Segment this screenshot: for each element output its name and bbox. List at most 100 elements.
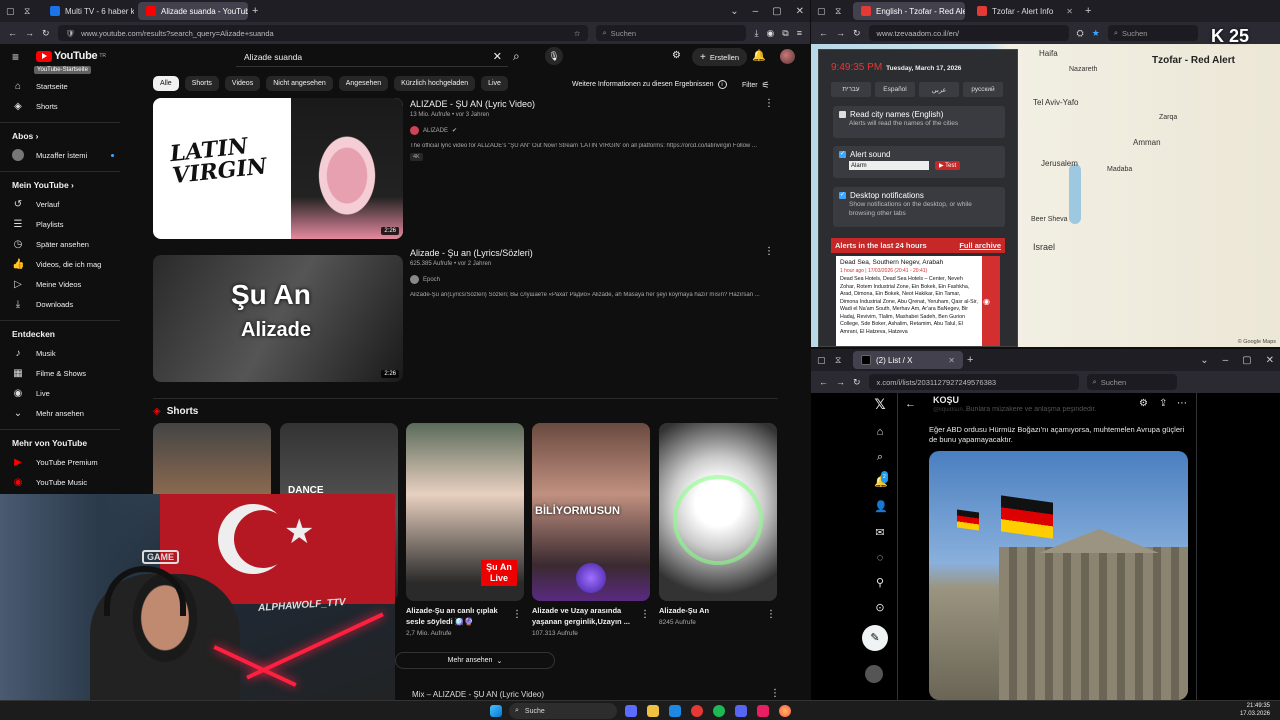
browser-search[interactable]: ⌕ Suchen	[596, 25, 747, 41]
star-icon[interactable]: ☆	[574, 29, 581, 38]
share-icon[interactable]: ⇪	[1159, 398, 1167, 409]
tab-tzofar-english[interactable]: English - Tzofar - Red Alert ✕	[853, 2, 965, 20]
chip-all[interactable]: Alle	[153, 76, 179, 91]
task-view-icon[interactable]	[625, 705, 637, 717]
short-4[interactable]: BİLİYORMUSUN	[532, 423, 650, 601]
back-icon[interactable]: ←	[819, 377, 828, 387]
full-archive-link[interactable]: Full archive	[959, 241, 1001, 250]
video-thumbnail-2[interactable]: Şu An Alizade 2:26	[153, 255, 403, 382]
url-bar[interactable]: www.tzevaadom.co.il/en/	[868, 25, 1069, 41]
opera-icon[interactable]	[691, 705, 703, 717]
maximize-button[interactable]: ▢	[772, 6, 781, 17]
sidebar-item-live[interactable]: ◉ Live	[0, 383, 130, 403]
lang-arabic[interactable]: عربي	[919, 82, 959, 97]
more-options-icon[interactable]: ⋮	[640, 609, 650, 620]
more-icon[interactable]: ⊙	[874, 602, 886, 614]
close-icon[interactable]: ✕	[948, 356, 955, 365]
sidebar-item-subscription[interactable]: Muzaffer İstemi	[0, 145, 130, 165]
tab-tzofar-info[interactable]: Tzofar - Alert Info ✕	[969, 2, 1081, 20]
home-icon[interactable]: ⌂	[874, 426, 886, 438]
hamburger-icon[interactable]: ≡	[12, 50, 19, 64]
video-title[interactable]: Alizade - Şu an (Lyrics/Sözleri)	[410, 248, 770, 258]
mic-icon[interactable]: 🎙	[545, 47, 563, 65]
taskbar-search[interactable]: ⌕ Suche	[509, 703, 617, 719]
forward-icon[interactable]: →	[25, 28, 34, 38]
sidebar-item-my-videos[interactable]: ▷ Meine Videos	[0, 274, 130, 294]
chevron-down-icon[interactable]: ⌄	[730, 6, 738, 17]
yt-search-icon[interactable]: ⌕	[513, 49, 520, 64]
menu-icon[interactable]: ≡	[797, 28, 802, 38]
more-options-icon[interactable]: ⋮	[764, 246, 774, 257]
close-window-button[interactable]: ✕	[796, 6, 804, 17]
post-button[interactable]: ✎	[862, 625, 888, 651]
grok-icon[interactable]: ◌	[874, 552, 886, 564]
maximize-button[interactable]: ▢	[1242, 355, 1251, 366]
avatar[interactable]	[780, 49, 795, 64]
sidebar-item-watch-later[interactable]: ◷ Später ansehen	[0, 234, 130, 254]
clear-search-icon[interactable]: ✕	[493, 50, 502, 63]
youtube-logo[interactable]: YouTube TR	[36, 50, 106, 62]
setting-read-names[interactable]: Read city names (English) Alerts will re…	[833, 106, 1005, 138]
chip-unwatched[interactable]: Nicht angesehen	[266, 76, 333, 91]
short-title-4[interactable]: Alizade ve Uzay arasında yaşanan gerginl…	[532, 605, 640, 627]
new-tab-button[interactable]: +	[1085, 5, 1091, 17]
tab-overview-icon[interactable]: ▢	[6, 6, 20, 17]
translate-icon[interactable]: ⛭	[1077, 28, 1084, 39]
chevron-down-icon[interactable]: ⌄	[1200, 355, 1208, 366]
edit-list-icon[interactable]: ⚙	[1139, 398, 1148, 409]
tab-multi-tv[interactable]: Multi TV - 6 haber kanalını	[42, 2, 134, 20]
discord-icon[interactable]	[735, 705, 747, 717]
chip-live[interactable]: Live	[481, 76, 508, 91]
you-heading[interactable]: Mein YouTube ›	[0, 172, 130, 194]
account-icon[interactable]: ◉	[766, 28, 774, 39]
history-icon[interactable]: ⧖	[835, 355, 849, 366]
windows-start-icon[interactable]	[490, 705, 502, 717]
chip-videos[interactable]: Videos	[224, 76, 261, 91]
sidebar-item-more[interactable]: ⌄ Mehr ansehen	[0, 403, 130, 423]
file-explorer-icon[interactable]	[647, 705, 659, 717]
more-options-icon[interactable]: ⋮	[766, 609, 776, 620]
create-button[interactable]: + Erstellen	[692, 48, 748, 66]
checkbox[interactable]	[839, 111, 846, 118]
chip-watched[interactable]: Angesehen	[338, 76, 389, 91]
new-tab-button[interactable]: +	[967, 354, 973, 366]
next-result-title[interactable]: Mix – ALIZADE - ŞU AN (Lyric Video)	[412, 690, 544, 699]
reload-icon[interactable]: ↻	[853, 28, 861, 39]
test-button[interactable]: ▶ Test	[935, 161, 961, 170]
more-options-icon[interactable]: ⋯	[1177, 398, 1187, 409]
short-5[interactable]	[659, 423, 777, 601]
close-window-button[interactable]: ✕	[1266, 355, 1274, 366]
yt-search-input[interactable]: Alizade suanda	[244, 52, 302, 62]
tab-overview-icon[interactable]: ▢	[817, 355, 831, 366]
browser-search[interactable]: ⌕ Suchen	[1107, 25, 1198, 41]
spotify-icon[interactable]	[713, 705, 725, 717]
lang-spanish[interactable]: Español	[875, 82, 915, 97]
video-title[interactable]: ALIZADE - ŞU AN (Lyric Video)	[410, 99, 770, 109]
subs-heading[interactable]: Abos ›	[0, 123, 130, 145]
alert-card[interactable]: Dead Sea, Southern Negev, Arabah 1 hour …	[836, 256, 1000, 346]
url-bar[interactable]: 🛡 www.youtube.com/results?search_query=A…	[57, 25, 589, 41]
checkbox-checked[interactable]: ✓	[839, 151, 846, 158]
channel-row[interactable]: ALIZADE ✔	[410, 126, 770, 135]
setting-alert-sound[interactable]: ✓ Alert sound Alarm ▶ Test	[833, 146, 1005, 178]
sidebar-item-playlists[interactable]: ☰ Playlists	[0, 214, 130, 234]
star-icon[interactable]: ★	[1092, 28, 1100, 39]
checkbox-checked[interactable]: ✓	[839, 192, 846, 199]
short-3[interactable]: Şu An Live	[406, 423, 524, 601]
sidebar-item-downloads[interactable]: ⤓ Downloads	[0, 294, 130, 314]
forward-icon[interactable]: →	[836, 28, 845, 38]
edge-icon[interactable]	[669, 705, 681, 717]
filter-button[interactable]: Filter ⚟	[742, 80, 770, 91]
back-icon[interactable]: ←	[819, 28, 828, 38]
notifications-icon[interactable]: 🔔 2	[874, 471, 888, 488]
messages-icon[interactable]: ✉	[874, 527, 886, 539]
close-icon[interactable]: ✕	[1066, 7, 1073, 16]
sidebar-item-home[interactable]: ⌂ Startseite	[0, 76, 130, 96]
sidebar-item-premium[interactable]: ▶ YouTube Premium	[0, 452, 130, 472]
channel-row[interactable]: Epoch	[410, 275, 770, 284]
url-bar[interactable]: x.com/i/lists/2031127927249576383	[868, 374, 1079, 390]
sidebar-item-music[interactable]: ♪ Musik	[0, 343, 130, 363]
short-title-5[interactable]: Alizade-Şu An	[659, 605, 767, 616]
cast-icon[interactable]: ⚙	[672, 50, 681, 61]
more-options-icon[interactable]: ⋮	[764, 98, 774, 109]
